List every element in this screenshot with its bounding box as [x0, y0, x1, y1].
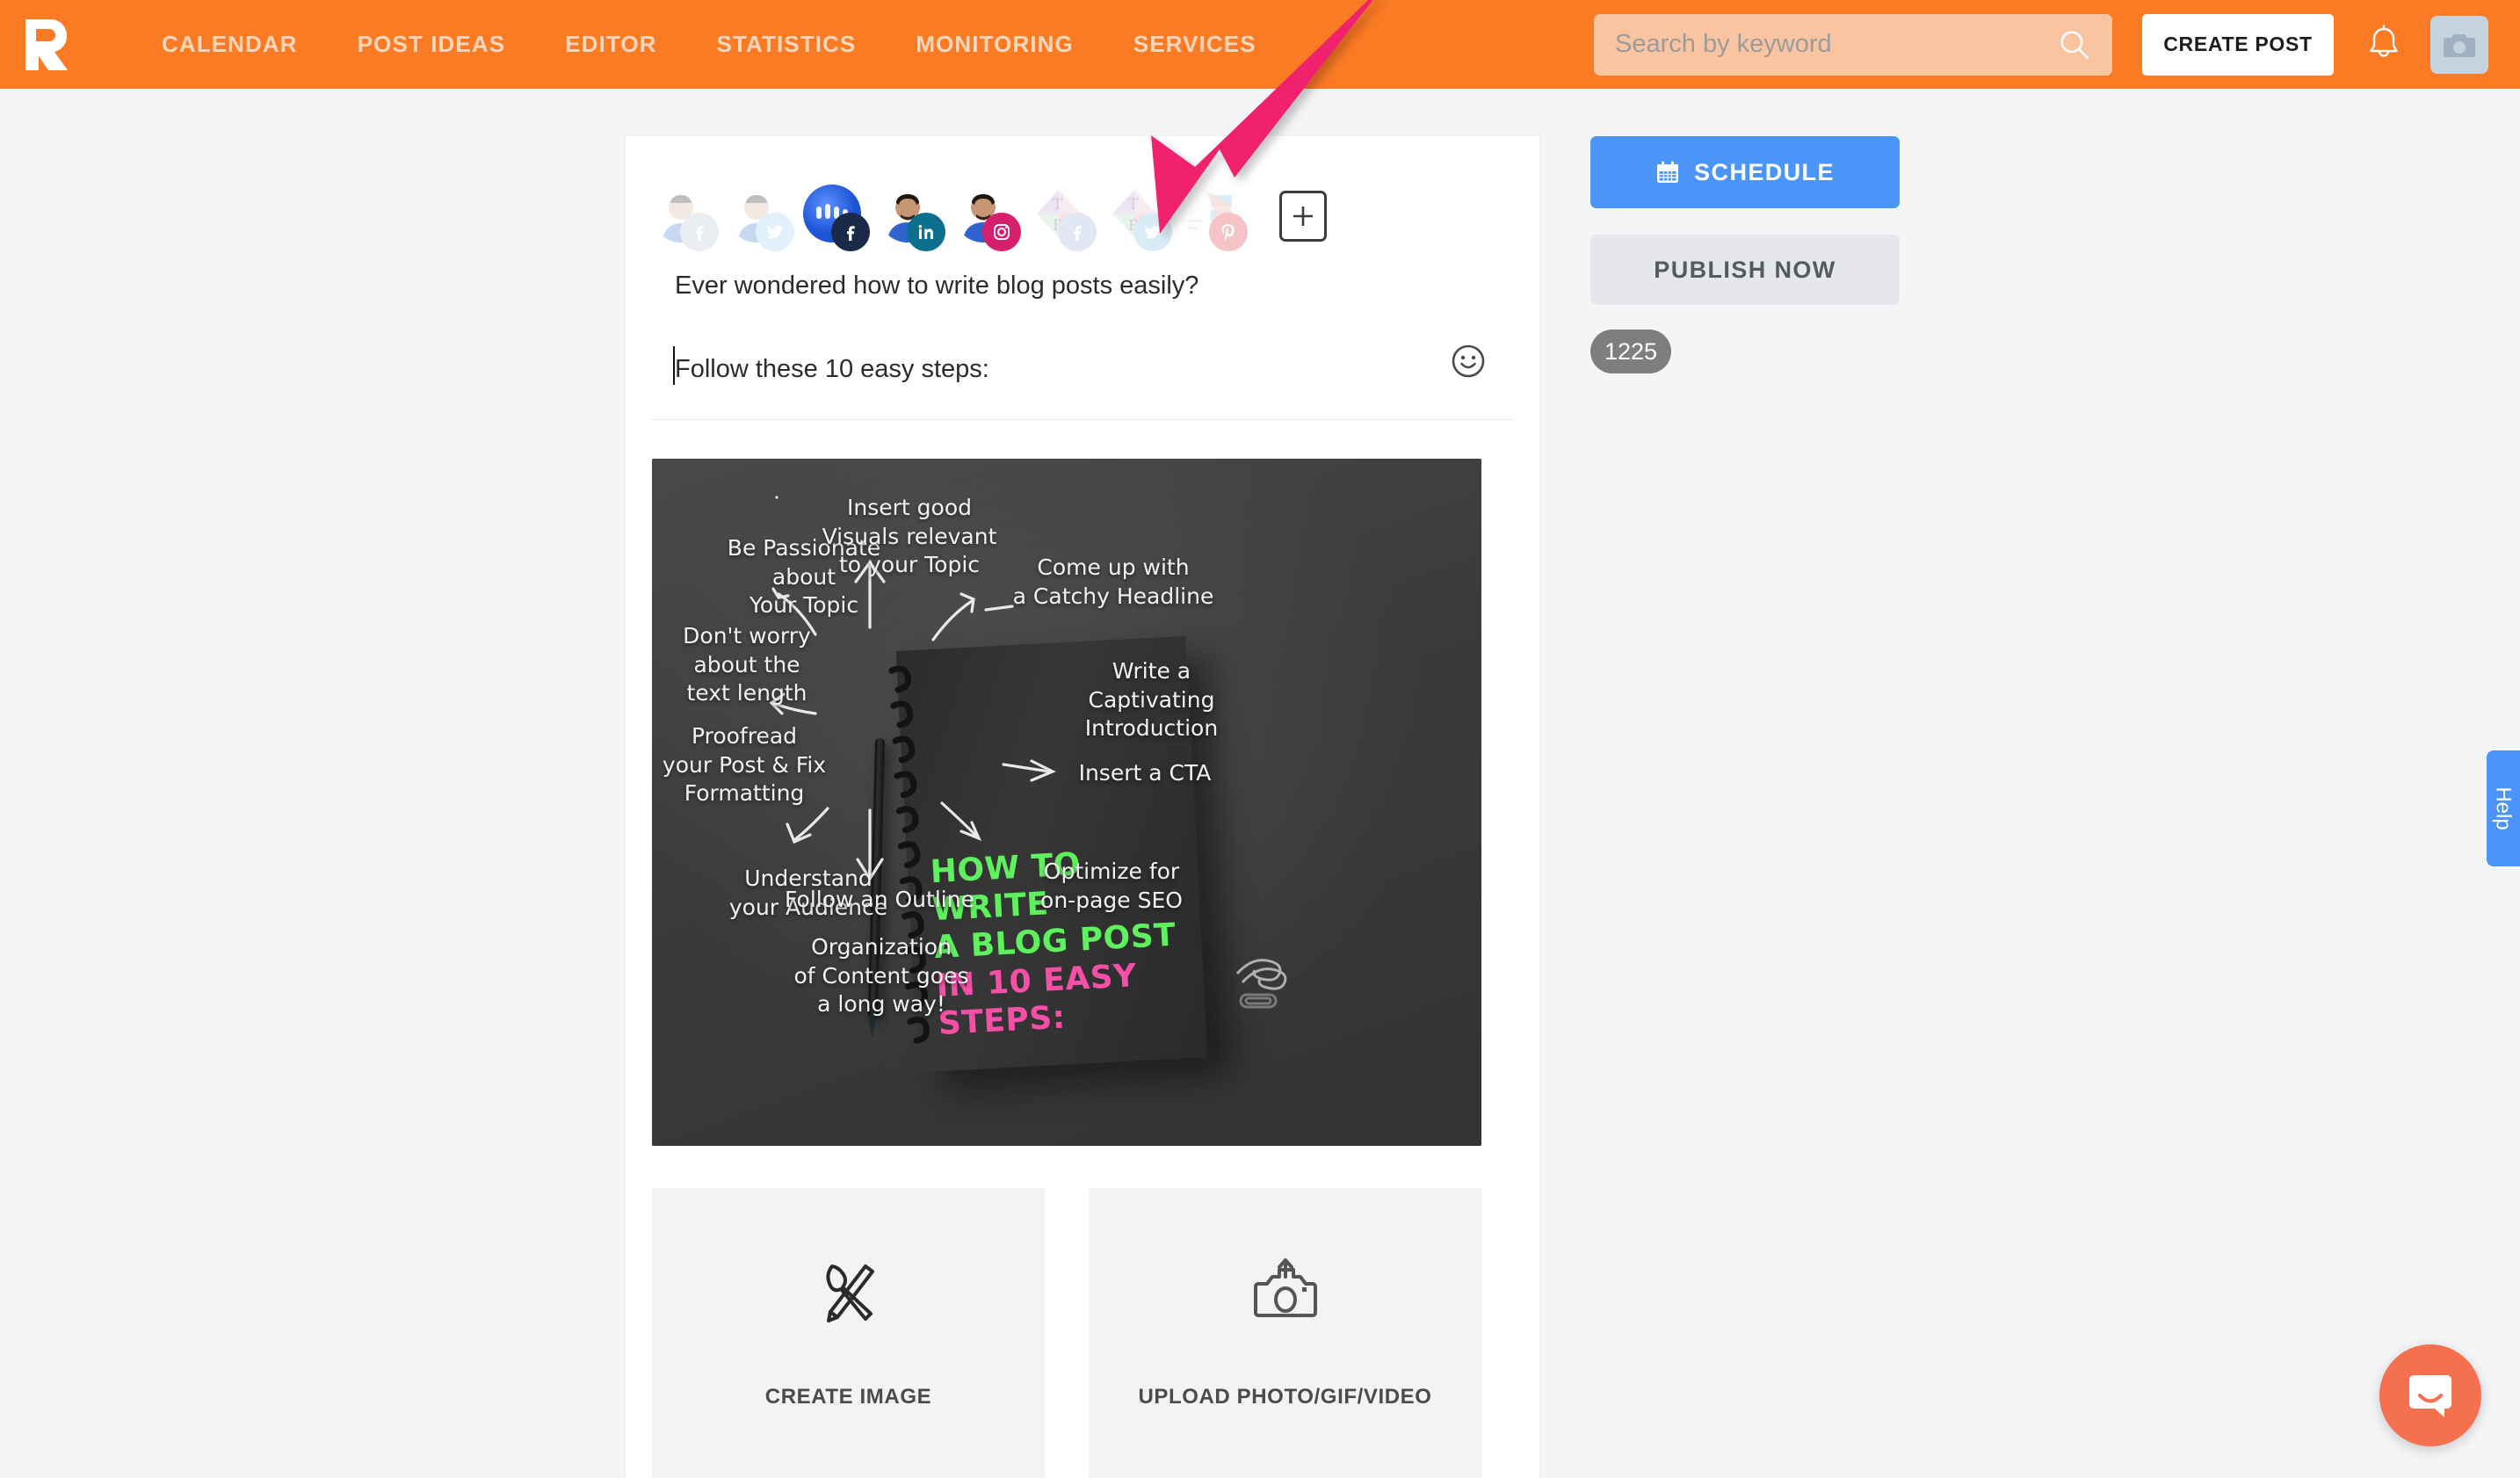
- nav-post-ideas[interactable]: POST IDEAS: [328, 31, 535, 58]
- profile-facebook-2[interactable]: T R: [1030, 185, 1097, 251]
- profile-twitter-2[interactable]: T R: [1105, 185, 1172, 251]
- profile-pinterest[interactable]: [1181, 185, 1248, 251]
- twitter-badge-icon: [756, 213, 794, 251]
- pinterest-badge-icon: [1209, 213, 1248, 251]
- intercom-chat-icon: [2409, 1375, 2451, 1417]
- camera-upload-icon: [1251, 1257, 1320, 1330]
- nav-editor[interactable]: EDITOR: [535, 31, 686, 58]
- main-nav: CALENDAR POST IDEAS EDITOR STATISTICS MO…: [132, 31, 1286, 58]
- annotation-follow-outline: Follow an Outline: [785, 887, 974, 912]
- attached-image[interactable]: HOW TO WRITE A BLOG POST IN 10 EASY STEP…: [652, 459, 1481, 1146]
- camera-icon: [2444, 33, 2475, 57]
- brush-pencil-icon: [815, 1257, 883, 1330]
- user-avatar-button[interactable]: [2430, 15, 2488, 74]
- schedule-label: SCHEDULE: [1694, 158, 1835, 185]
- schedule-button[interactable]: SCHEDULE: [1590, 136, 1900, 208]
- instagram-badge-icon: [982, 213, 1021, 251]
- facebook-badge-icon: [1058, 213, 1097, 251]
- post-text-area[interactable]: Ever wondered how to write blog posts ea…: [626, 256, 1539, 420]
- annotation-organization: Organization of Content goes a long way!: [793, 934, 969, 1017]
- post-text-line-2-row: Follow these 10 easy steps:: [652, 301, 1513, 385]
- create-image-tile[interactable]: CREATE IMAGE: [652, 1188, 1045, 1478]
- linkedin-badge-icon: [907, 213, 945, 251]
- post-composer-card: T R T R: [626, 136, 1539, 1478]
- annotation-insert-visuals: Insert good Visuals relevant to your Top…: [822, 495, 997, 577]
- profile-facebook-1[interactable]: [652, 185, 719, 251]
- create-image-label: CREATE IMAGE: [764, 1384, 932, 1409]
- profile-facebook-page[interactable]: [803, 185, 870, 251]
- publish-sidebar: SCHEDULE PUBLISH NOW 1225: [1590, 136, 1900, 373]
- nav-services[interactable]: SERVICES: [1104, 31, 1286, 58]
- chat-launcher-button[interactable]: [2379, 1344, 2481, 1446]
- publish-now-button[interactable]: PUBLISH NOW: [1590, 235, 1900, 305]
- annotation-dont-worry: Don't worry about the text length: [683, 623, 811, 706]
- header-right-cluster: CREATE POST: [1594, 0, 2520, 89]
- search-icon[interactable]: [2060, 30, 2089, 60]
- bell-icon: [2370, 24, 2398, 57]
- plus-icon: [1293, 206, 1313, 226]
- media-preview-wrapper: HOW TO WRITE A BLOG POST IN 10 EASY STEP…: [626, 420, 1539, 1146]
- profile-twitter-1[interactable]: [728, 185, 794, 251]
- create-post-button[interactable]: CREATE POST: [2142, 13, 2334, 76]
- search-container: [1594, 13, 2112, 76]
- app-logo[interactable]: [0, 0, 90, 89]
- facebook-badge-icon: [680, 213, 719, 251]
- twitter-badge-icon: [1133, 213, 1172, 251]
- help-tab[interactable]: Help: [2487, 750, 2520, 866]
- annotation-catchy-headline: Come up with a Catchy Headline: [1012, 554, 1214, 609]
- character-counter: 1225: [1590, 330, 1672, 373]
- annotation-captivating-intro: Write a Captivating Introduction: [1084, 658, 1219, 741]
- profile-instagram[interactable]: [954, 185, 1021, 251]
- emoji-picker-button[interactable]: [1450, 343, 1487, 380]
- annotation-proofread: Proofread your Post & Fix Formatting: [662, 723, 827, 806]
- svg-text:T: T: [1053, 196, 1063, 214]
- emoji-icon: [1452, 344, 1485, 378]
- annotation-insert-cta: Insert a CTA: [1078, 760, 1212, 786]
- notifications-button[interactable]: [2364, 21, 2404, 69]
- social-profile-picker: T R T R: [626, 136, 1539, 256]
- calendar-icon: [1657, 161, 1679, 183]
- text-caret: [673, 346, 675, 385]
- page-body: T R T R: [0, 89, 2520, 1478]
- annotation-optimize-seo: Optimize for on-page SEO: [1040, 859, 1183, 913]
- top-navigation-bar: CALENDAR POST IDEAS EDITOR STATISTICS MO…: [0, 0, 2520, 89]
- nav-statistics[interactable]: STATISTICS: [687, 31, 887, 58]
- promorepublic-logo-icon: [25, 18, 68, 70]
- post-text-line-1[interactable]: Ever wondered how to write blog posts ea…: [652, 256, 1513, 301]
- nav-monitoring[interactable]: MONITORING: [886, 31, 1104, 58]
- post-text-line-2[interactable]: Follow these 10 easy steps:: [675, 355, 989, 384]
- help-label: Help: [2492, 786, 2516, 830]
- add-profile-button[interactable]: [1279, 191, 1327, 242]
- upload-media-label: UPLOAD PHOTO/GIF/VIDEO: [1138, 1384, 1432, 1409]
- svg-text:T: T: [1128, 196, 1139, 214]
- facebook-badge-icon: [831, 213, 870, 251]
- media-action-tiles: CREATE IMAGE UPLOAD PHOTO/GIF/VIDEO: [626, 1146, 1539, 1478]
- upload-media-tile[interactable]: UPLOAD PHOTO/GIF/VIDEO: [1089, 1188, 1481, 1478]
- search-input[interactable]: [1594, 30, 2033, 59]
- profile-linkedin[interactable]: [879, 185, 945, 251]
- nav-calendar[interactable]: CALENDAR: [132, 31, 328, 58]
